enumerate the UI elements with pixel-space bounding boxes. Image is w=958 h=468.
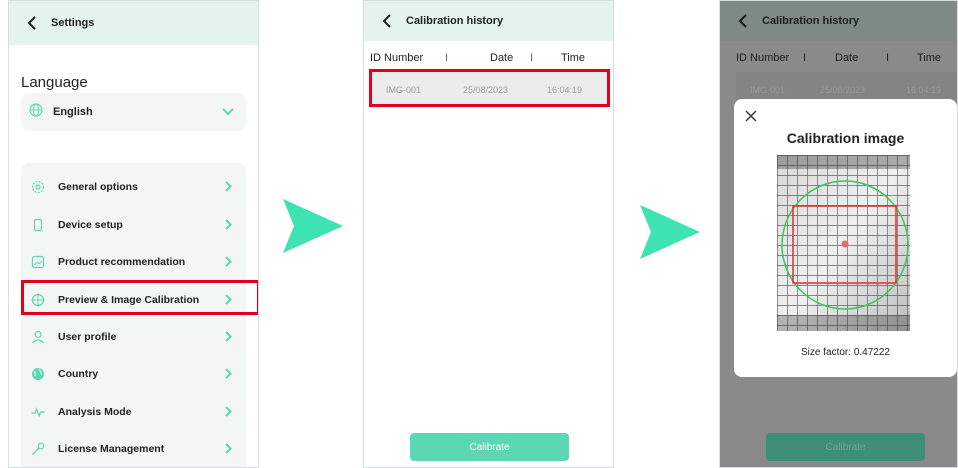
history-header: Calibration history xyxy=(364,1,613,41)
gear-icon xyxy=(30,179,46,195)
dialog-title: Calibration image xyxy=(786,130,905,146)
close-button[interactable] xyxy=(742,107,760,125)
language-label: Language xyxy=(21,74,88,91)
row-date: 25/08/2023 xyxy=(820,85,866,95)
calibration-image-screen: Calibration history ID Number I Date I T… xyxy=(719,0,958,468)
size-factor-text: Size factor: 0.47222 xyxy=(801,347,890,358)
page-title: Calibration history xyxy=(762,15,860,27)
column-header: Time xyxy=(917,52,942,64)
settings-header: Settings xyxy=(9,1,258,45)
back-button[interactable] xyxy=(376,10,398,32)
page-title: Calibration history xyxy=(406,15,504,27)
back-button[interactable] xyxy=(21,12,43,34)
arrow-right-icon xyxy=(283,199,343,253)
menu-item-device-setup[interactable]: Device setup xyxy=(21,206,246,243)
column-header: Date xyxy=(490,52,514,64)
column-separator: I xyxy=(886,52,890,64)
page-title: Settings xyxy=(51,17,95,29)
chevron-right-icon xyxy=(222,406,234,418)
menu-item-label: User profile xyxy=(58,330,117,343)
image-icon xyxy=(30,254,46,270)
calibrate-button[interactable]: Calibrate xyxy=(766,433,925,461)
menu-item-general-options[interactable]: General options xyxy=(21,168,246,205)
menu-item-label: Country xyxy=(58,367,99,380)
menu-item-country[interactable]: Country xyxy=(21,355,246,392)
calibration-history-screen: Calibration history ID Number I Date I T… xyxy=(363,0,614,468)
language-value: English xyxy=(53,106,93,118)
back-button[interactable] xyxy=(732,10,754,32)
column-header: Date xyxy=(835,52,859,64)
chevron-right-icon xyxy=(222,331,234,343)
column-header: ID Number xyxy=(370,52,424,64)
close-icon xyxy=(745,110,757,122)
chevron-left-icon xyxy=(738,14,747,28)
chevron-right-icon xyxy=(222,368,234,380)
arrow-right-icon xyxy=(640,205,700,259)
column-separator: I xyxy=(803,52,807,64)
column-separator: I xyxy=(445,52,449,64)
history-header: Calibration history xyxy=(720,1,957,41)
column-header: ID Number xyxy=(736,52,790,64)
key-icon xyxy=(30,441,46,457)
table-header: ID Number I Date I Time xyxy=(364,48,613,68)
column-separator: I xyxy=(530,52,534,64)
menu-item-label: General options xyxy=(58,180,138,193)
column-header: Time xyxy=(561,52,586,64)
menu-item-analysis-mode[interactable]: Analysis Mode xyxy=(21,393,246,430)
calibration-image-dialog: Calibration image Size factor: 0.47222 xyxy=(734,99,957,377)
chevron-right-icon xyxy=(222,181,234,193)
menu-item-label: Analysis Mode xyxy=(58,405,132,418)
selection-highlight xyxy=(369,69,610,107)
menu-item-label: Product recommendation xyxy=(58,255,186,268)
globe-icon xyxy=(30,366,46,382)
menu-item-product-recommendation[interactable]: Product recommendation xyxy=(21,243,246,280)
chevron-left-icon xyxy=(27,16,36,30)
menu-item-license-management[interactable]: License Management xyxy=(21,430,246,467)
row-id: IMG-001 xyxy=(750,85,786,95)
calibration-image xyxy=(777,155,910,331)
chevron-down-icon xyxy=(222,103,234,121)
globe-icon xyxy=(29,102,43,122)
center-point xyxy=(841,240,849,248)
chevron-right-icon xyxy=(222,256,234,268)
device-icon xyxy=(30,217,46,233)
chevron-left-icon xyxy=(382,14,391,28)
chevron-right-icon xyxy=(222,443,234,455)
chevron-right-icon xyxy=(222,219,234,231)
language-select[interactable]: English xyxy=(21,93,246,131)
calibrate-button[interactable]: Calibrate xyxy=(410,433,569,461)
settings-menu: General options Device setup Product rec… xyxy=(21,163,246,467)
user-icon xyxy=(30,329,46,345)
menu-item-label: License Management xyxy=(58,442,165,455)
pulse-icon xyxy=(30,404,46,420)
settings-screen: Settings Language English General option… xyxy=(8,0,259,468)
menu-item-label: Device setup xyxy=(58,218,123,231)
table-header: ID Number I Date I Time xyxy=(720,48,957,68)
menu-item-user-profile[interactable]: User profile xyxy=(21,318,246,355)
selection-highlight xyxy=(21,280,258,315)
row-time: 16:04:19 xyxy=(906,85,942,95)
